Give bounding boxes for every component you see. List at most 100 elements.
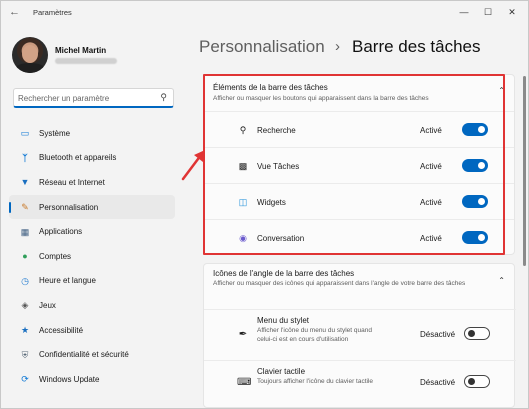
row-sublabel: Toujours afficher l'icône du clavier tac… <box>257 378 374 385</box>
gamepad-icon: ◈ <box>21 300 29 311</box>
chevron-up-icon[interactable]: ⌃ <box>498 86 505 95</box>
corner-icons-subtitle: Afficher ou masquer des icônes qui appar… <box>213 280 466 287</box>
avatar[interactable] <box>12 37 48 73</box>
bluetooth-icon: ᛉ <box>22 152 28 163</box>
avatar-shirt <box>14 63 46 73</box>
sidebar-item-label: Bluetooth et appareils <box>39 153 117 163</box>
refresh-icon: ⟳ <box>21 374 29 385</box>
sidebar-item-label: Heure et langue <box>39 276 96 286</box>
row-label: Conversation <box>257 234 305 243</box>
row-state: Activé <box>420 162 442 171</box>
search-icon: ⚲ <box>239 125 247 135</box>
sidebar-item-systeme[interactable]: ▭ Système <box>9 121 175 146</box>
corner-icons-panel: Icônes de l'angle de la barre des tâches… <box>203 263 516 408</box>
row-label: Menu du stylet <box>257 316 310 325</box>
maximize-button[interactable]: ☐ <box>481 5 495 19</box>
sidebar-item-comptes[interactable]: ● Comptes <box>9 244 175 269</box>
settings-window: ← Paramètres — ☐ ✕ Michel Martin ⚲ ▭ Sys… <box>0 0 529 409</box>
sidebar-item-heure[interactable]: ◷ Heure et langue <box>9 269 175 294</box>
monitor-icon: ▭ <box>20 128 30 139</box>
row-state: Désactivé <box>420 378 456 387</box>
app-title: Paramètres <box>33 8 72 17</box>
sidebar-item-reseau[interactable]: ▼ Réseau et Internet <box>9 170 175 195</box>
accessibility-icon: ★ <box>20 325 30 336</box>
sidebar-item-windows-update[interactable]: ⟳ Windows Update <box>9 367 175 392</box>
row-label: Widgets <box>257 198 286 207</box>
user-name: Michel Martin <box>55 46 107 55</box>
widgets-icon: ◫ <box>238 197 248 207</box>
close-button[interactable]: ✕ <box>505 5 519 19</box>
row-label: Clavier tactile <box>257 367 306 376</box>
sidebar-item-bluetooth[interactable]: ᛉ Bluetooth et appareils <box>9 146 175 171</box>
back-arrow-icon[interactable]: ← <box>9 5 23 19</box>
pencil-icon: ✎ <box>21 202 29 213</box>
sidebar-nav: ▭ Système ᛉ Bluetooth et appareils ▼ Rés… <box>9 121 175 392</box>
recherche-toggle[interactable] <box>462 123 488 136</box>
sidebar-item-label: Windows Update <box>39 374 100 384</box>
row-label: Vue Tâches <box>257 162 300 171</box>
chevron-up-icon[interactable]: ⌃ <box>498 276 505 285</box>
clavier-tactile-toggle[interactable] <box>464 375 490 388</box>
person-icon: ● <box>22 251 28 262</box>
widgets-toggle[interactable] <box>462 195 488 208</box>
search-input[interactable] <box>18 92 153 104</box>
toggle-knob <box>468 330 475 337</box>
search-box[interactable]: ⚲ <box>13 88 174 108</box>
sidebar-item-jeux[interactable]: ◈ Jeux <box>9 293 175 318</box>
corner-icons-title[interactable]: Icônes de l'angle de la barre des tâches <box>213 269 354 278</box>
toggle-knob <box>478 126 485 133</box>
corner-row-menu-stylet: ✒ Menu du stylet Afficher l'icône du men… <box>204 309 516 359</box>
row-label: Recherche <box>257 126 296 135</box>
apps-icon: ▦ <box>20 226 30 237</box>
scrollbar[interactable] <box>523 76 526 266</box>
toggle-knob <box>478 162 485 169</box>
taskbar-row-conversation: ◉ Conversation Activé <box>204 219 514 255</box>
page-title: Barre des tâches <box>352 37 481 56</box>
sidebar-item-label: Réseau et Internet <box>39 177 105 187</box>
task-view-icon: ▩ <box>238 161 248 171</box>
toggle-knob <box>478 198 485 205</box>
taskbar-items-title[interactable]: Éléments de la barre des tâches <box>213 83 328 92</box>
globe-clock-icon: ◷ <box>21 275 29 286</box>
conversation-toggle[interactable] <box>462 231 488 244</box>
pen-icon: ✒ <box>238 329 248 340</box>
taskbar-items-panel: Éléments de la barre des tâches Afficher… <box>203 74 515 255</box>
shield-icon: ⛨ <box>21 349 29 360</box>
taskbar-items-subtitle: Afficher ou masquer les boutons qui appa… <box>213 95 429 102</box>
vue-taches-toggle[interactable] <box>462 159 488 172</box>
sidebar-item-personnalisation[interactable]: ✎ Personnalisation <box>9 194 175 220</box>
sidebar-item-label: Système <box>39 128 71 138</box>
sidebar-item-label: Confidentialité et sécurité <box>39 350 129 360</box>
row-state: Activé <box>420 234 442 243</box>
sidebar-item-label: Applications <box>39 227 83 237</box>
sidebar-item-label: Comptes <box>39 251 72 261</box>
row-sublabel: Afficher l'icône du menu du stylet quand… <box>257 327 372 343</box>
minimize-button[interactable]: — <box>457 5 471 19</box>
taskbar-row-vue-taches: ▩ Vue Tâches Activé <box>204 147 514 183</box>
title-bar: ← Paramètres — ☐ ✕ <box>1 1 528 25</box>
toggle-knob <box>478 234 485 241</box>
row-state: Désactivé <box>420 330 456 339</box>
search-icon[interactable]: ⚲ <box>160 92 167 103</box>
annotation-arrow-icon <box>181 150 205 181</box>
breadcrumb-separator-icon: › <box>335 38 340 55</box>
user-email-redacted <box>55 58 117 64</box>
sidebar-item-applications[interactable]: ▦ Applications <box>9 219 175 244</box>
taskbar-row-widgets: ◫ Widgets Activé <box>204 183 514 219</box>
sidebar-item-label: Jeux <box>39 300 56 310</box>
sidebar-item-label: Accessibilité <box>39 325 84 335</box>
keyboard-icon: ⌨ <box>237 377 252 388</box>
sidebar-item-confidentialite[interactable]: ⛨ Confidentialité et sécurité <box>9 342 175 367</box>
row-state: Activé <box>420 198 442 207</box>
wifi-icon: ▼ <box>20 177 30 188</box>
menu-stylet-toggle[interactable] <box>464 327 490 340</box>
sidebar-item-label: Personnalisation <box>39 202 99 212</box>
sidebar-item-accessibilite[interactable]: ★ Accessibilité <box>9 318 175 343</box>
toggle-knob <box>468 378 475 385</box>
breadcrumb-parent[interactable]: Personnalisation <box>199 37 325 57</box>
row-state: Activé <box>420 126 442 135</box>
taskbar-row-recherche: ⚲ Recherche Activé <box>204 111 514 147</box>
corner-row-clavier-tactile: ⌨ Clavier tactile Toujours afficher l'ic… <box>204 360 516 408</box>
avatar-face <box>22 45 38 63</box>
chat-icon: ◉ <box>239 233 247 243</box>
